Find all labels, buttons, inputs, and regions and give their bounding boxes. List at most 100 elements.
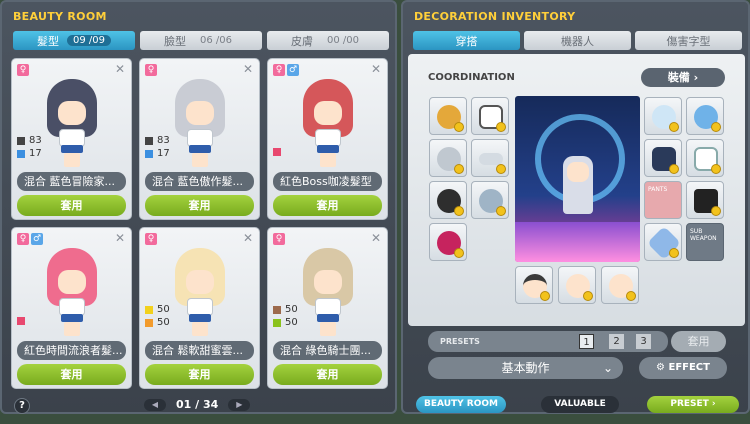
equip-slot[interactable] [471, 139, 509, 177]
equip-slot[interactable] [429, 97, 467, 135]
hair-name: 紅色Boss咖凌髮型 [273, 172, 382, 191]
hair-name: 混合 藍色傲作髮... [145, 172, 254, 191]
face-slot[interactable] [515, 266, 553, 304]
color-swatch [273, 148, 281, 156]
beauty-room-button[interactable]: BEAUTY ROOM [416, 396, 506, 413]
coin-icon [540, 291, 550, 301]
female-icon: ♀ [273, 64, 285, 76]
face-slot[interactable] [601, 266, 639, 304]
motion-select[interactable]: 基本動作 ⌄ [428, 357, 623, 379]
tab-face[interactable]: 臉型 06 /06 [140, 31, 262, 50]
hair-card[interactable]: ♀ ✕ 83 17 混合 藍色冒險家... 套用 [11, 58, 132, 220]
motion-select-value: 基本動作 [501, 361, 550, 375]
character-preview-large [515, 96, 640, 262]
beauty-room-title: BEAUTY ROOM [13, 10, 107, 23]
hair-card[interactable]: ♀ ♂ ✕ 紅色時間流浪者髮... 套用 [11, 227, 132, 389]
hair-name: 混合 鬆軟甜蜜雲... [145, 341, 254, 360]
page-indicator: 01 / 34 [176, 398, 219, 411]
character-preview [39, 79, 105, 169]
equip-slot[interactable] [686, 97, 724, 135]
tab-skin-label: 皮膚 [291, 34, 313, 48]
equip-slot[interactable] [429, 223, 467, 261]
equip-button-label: 裝備 [667, 71, 690, 84]
pants-slot-label: PANTS [648, 186, 668, 193]
tab-skin[interactable]: 皮膚 00 /00 [267, 31, 389, 50]
coin-icon [626, 291, 636, 301]
equip-slot[interactable] [686, 181, 724, 219]
apply-button[interactable]: 套用 [17, 364, 126, 385]
hair-card[interactable]: ♀ ✕ 50 50 混合 綠色騎士團... 套用 [267, 227, 388, 389]
tab-hair-count: 09 /09 [67, 35, 111, 46]
color-ratio-2: 17 [145, 148, 170, 159]
face-slot[interactable] [558, 266, 596, 304]
tab-android[interactable]: 機器人 [524, 31, 631, 50]
hair-card[interactable]: ♀ ♂ ✕ 紅色Boss咖凌髮型 套用 [267, 58, 388, 220]
equip-slot[interactable] [429, 181, 467, 219]
hair-name: 紅色時間流浪者髮... [17, 341, 126, 360]
equip-slot[interactable] [644, 97, 682, 135]
female-icon: ♀ [17, 233, 29, 245]
close-icon[interactable]: ✕ [371, 231, 381, 245]
color-swatch [17, 317, 25, 325]
equip-slot[interactable] [471, 97, 509, 135]
close-icon[interactable]: ✕ [243, 62, 253, 76]
tab-damage-skin-label: 傷害字型 [666, 34, 711, 48]
presets-label: PRESETS [440, 337, 480, 346]
coin-icon [669, 122, 679, 132]
close-icon[interactable]: ✕ [115, 62, 125, 76]
effect-button-label: EFFECT [668, 362, 710, 373]
character-preview [167, 79, 233, 169]
hair-card[interactable]: ♀ ✕ 83 17 混合 藍色傲作髮... 套用 [139, 58, 260, 220]
color-ratio-1: 83 [17, 135, 42, 146]
gear-icon: ⚙ [656, 362, 665, 373]
color-ratio-1: 50 [145, 304, 170, 315]
next-page-button[interactable]: ▶ [228, 398, 251, 411]
character-preview [167, 248, 233, 338]
equip-slot[interactable] [644, 139, 682, 177]
color-ratio-2: 50 [145, 317, 170, 328]
tab-damage-skin[interactable]: 傷害字型 [635, 31, 742, 50]
preset-button[interactable]: PRESET › [647, 396, 739, 413]
valuable-button[interactable]: VALUABLE [541, 396, 619, 413]
equip-slot[interactable] [429, 139, 467, 177]
equip-slot[interactable] [644, 223, 682, 261]
coin-icon [669, 164, 679, 174]
close-icon[interactable]: ✕ [243, 231, 253, 245]
female-icon: ♀ [17, 64, 29, 76]
preset-apply-button[interactable]: 套用 [671, 331, 726, 352]
equip-slot[interactable] [471, 181, 509, 219]
preset-1-button[interactable]: 1 [579, 334, 594, 349]
equip-button[interactable]: 裝備 › [641, 68, 725, 87]
effect-button[interactable]: ⚙ EFFECT [639, 357, 727, 379]
apply-button[interactable]: 套用 [273, 195, 382, 216]
apply-button[interactable]: 套用 [145, 364, 254, 385]
apply-button[interactable]: 套用 [145, 195, 254, 216]
coin-icon [496, 122, 506, 132]
prev-page-button[interactable]: ◀ [144, 398, 166, 411]
tab-outfit[interactable]: 穿搭 [413, 31, 520, 50]
coin-icon [669, 248, 679, 258]
pants-slot[interactable]: PANTS [644, 181, 682, 219]
preset-button-label: PRESET [670, 399, 709, 409]
preset-2-button[interactable]: 2 [609, 334, 624, 349]
close-icon[interactable]: ✕ [115, 231, 125, 245]
apply-button[interactable]: 套用 [17, 195, 126, 216]
apply-button[interactable]: 套用 [273, 364, 382, 385]
tab-hair[interactable]: 髮型 09 /09 [13, 31, 135, 50]
close-icon[interactable]: ✕ [371, 62, 381, 76]
help-button[interactable]: ? [14, 398, 30, 414]
color-ratio-1: 83 [145, 135, 170, 146]
color-ratio-2: 50 [273, 317, 298, 328]
hair-card[interactable]: ♀ ✕ 50 50 混合 鬆軟甜蜜雲... 套用 [139, 227, 260, 389]
hair-name: 混合 藍色冒險家... [17, 172, 126, 191]
tab-android-label: 機器人 [561, 34, 594, 48]
coin-icon [711, 122, 721, 132]
female-icon: ♀ [145, 233, 157, 245]
tab-skin-count: 00 /00 [327, 35, 359, 46]
sub-weapon-slot[interactable]: SUB WEAPON [686, 223, 724, 261]
preset-3-button[interactable]: 3 [636, 334, 651, 349]
tab-outfit-label: 穿搭 [455, 34, 478, 48]
inventory-title: DECORATION INVENTORY [414, 10, 576, 23]
sub-weapon-slot-label: SUB WEAPON [690, 228, 717, 242]
equip-slot[interactable] [686, 139, 724, 177]
